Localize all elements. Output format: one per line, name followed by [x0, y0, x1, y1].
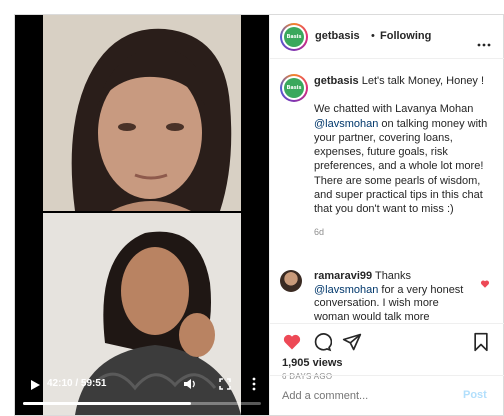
caption-avatar[interactable]: Basis	[280, 74, 308, 102]
fullscreen-icon[interactable]	[218, 377, 232, 391]
save-bookmark-icon[interactable]	[472, 332, 490, 352]
follow-status[interactable]: Following	[380, 30, 431, 42]
comment-like-icon[interactable]	[480, 276, 490, 288]
basis-logo: Basis	[284, 27, 304, 47]
video-progress-fill	[23, 402, 191, 405]
post-side-panel: Basis getbasis • Following Basis getbasi…	[269, 15, 504, 415]
comment-pre: Thanks	[374, 270, 412, 282]
caption-age[interactable]: 6d	[314, 225, 490, 239]
video-progress-track[interactable]	[23, 402, 261, 405]
post-avatar[interactable]: Basis	[280, 23, 308, 51]
comment-avatar[interactable]	[280, 270, 302, 292]
header-dot: •	[371, 30, 375, 42]
video-time: 42:10 / 59:51	[47, 378, 107, 389]
like-heart-icon[interactable]	[282, 332, 302, 352]
share-paper-plane-icon[interactable]	[342, 332, 362, 352]
comments-section[interactable]: Basis getbasis Let's talk Money, Honey !…	[270, 60, 504, 323]
caption-intro: Let's talk Money, Honey !	[361, 75, 485, 87]
video-controls: 42:10 / 59:51	[15, 369, 269, 415]
comment-username[interactable]: ramaravi99	[314, 270, 372, 282]
more-horizontal-icon[interactable]	[477, 34, 491, 47]
video-more-icon[interactable]	[251, 377, 257, 391]
comment-bubble-icon[interactable]	[312, 332, 333, 352]
comment-mention[interactable]: @lavsmohan	[314, 284, 378, 296]
view-count[interactable]: 1,905 views	[282, 357, 343, 369]
caption-mention[interactable]: @lavsmohan	[314, 118, 378, 130]
add-comment-input[interactable]	[282, 388, 442, 404]
add-comment-bar: Post	[270, 375, 504, 415]
basis-logo: Basis	[284, 78, 304, 98]
caption-body-post: on talking money with your partner, cove…	[314, 117, 488, 216]
instagram-post-window: 42:10 / 59:51 Basis getbasis • Following	[14, 14, 504, 416]
caption-username[interactable]: getbasis	[314, 75, 359, 87]
post-header: Basis getbasis • Following	[270, 15, 504, 59]
comment-text: ramaravi99 Thanks @lavsmohan for a very …	[314, 270, 474, 323]
caption-text: getbasis Let's talk Money, Honey ! We ch…	[314, 74, 490, 239]
participant-one-illustration	[15, 15, 269, 211]
video-top-participant	[15, 15, 269, 211]
video-player[interactable]: 42:10 / 59:51	[15, 15, 269, 415]
caption-body-pre: We chatted with Lavanya Mohan	[314, 103, 474, 116]
play-icon[interactable]	[29, 378, 41, 390]
post-username[interactable]: getbasis	[315, 30, 360, 42]
volume-icon[interactable]	[183, 377, 197, 391]
post-comment-button[interactable]: Post	[463, 389, 487, 401]
